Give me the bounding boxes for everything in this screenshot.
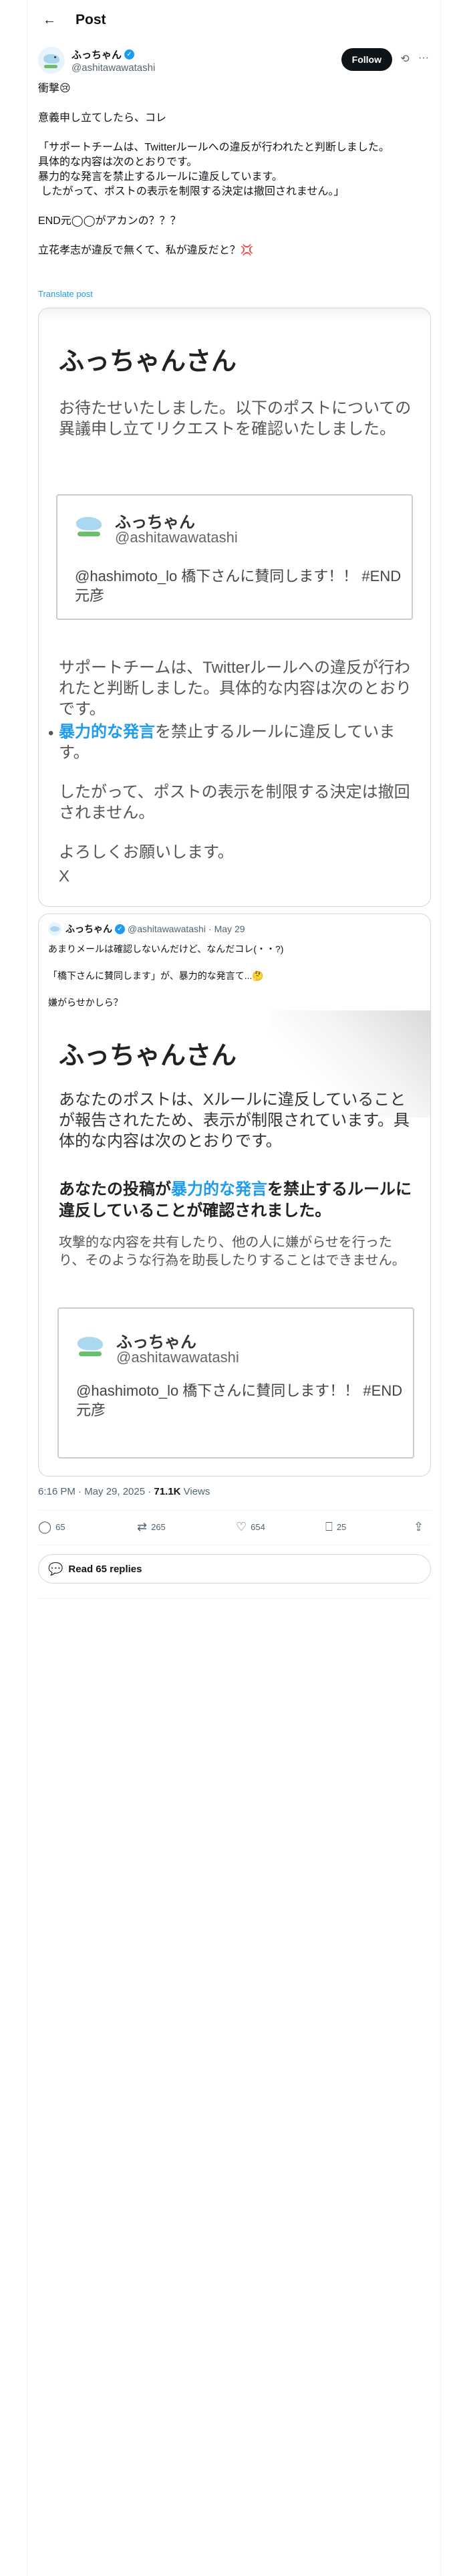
- quoted-date: May 29: [214, 924, 245, 934]
- bookmark-count: 25: [336, 1522, 347, 1532]
- violation-statement: あなたの投稿が暴力的な発言を禁止するルールに違反していることが確認されました。: [59, 1179, 413, 1222]
- quoted-text-line: 嫌がらせかしら？: [48, 997, 123, 1008]
- post-line: 立花孝志が違反で無くて、私が違反だと？💢: [38, 245, 254, 256]
- leaf-shape: [44, 65, 57, 68]
- quote-avatar: [73, 510, 104, 541]
- leaf-shape: [79, 1352, 102, 1356]
- email-greeting: ふっちゃんさん: [59, 348, 237, 376]
- violation-bullet: 暴力的な発言を禁止するルールに違反しています。: [59, 722, 413, 763]
- post-line: 意義申し立てしたら、コレ: [38, 112, 167, 124]
- views-count: 71.1K: [154, 1486, 181, 1497]
- post-text: 衝撃😢 意義申し立てしたら、コレ 「サポートチームは、Twitterルールへの違…: [38, 82, 431, 258]
- quote-text: @hashimoto_lo 橋下さんに賛同します！！ #END元彦: [75, 568, 402, 604]
- divider: [38, 1510, 431, 1511]
- author-name-line[interactable]: ふっちゃん ✓: [71, 47, 155, 62]
- leaf-shape: [78, 532, 100, 536]
- bird-eye: [54, 56, 56, 58]
- quote-handle: @ashitawawatashi: [116, 1349, 239, 1366]
- repost-count: 265: [151, 1522, 166, 1532]
- author-handle[interactable]: @ashitawawatashi: [71, 62, 155, 74]
- support-paragraph: サポートチームは、Twitterルールへの違反が行われたと判断しました。具体的な…: [59, 659, 412, 718]
- translate-post-link[interactable]: Translate post: [38, 289, 93, 299]
- like-count: 654: [251, 1522, 265, 1532]
- email-greeting: ふっちゃんさん: [59, 1042, 237, 1070]
- more-options-icon[interactable]: ···: [416, 52, 431, 67]
- post-timestamp[interactable]: 6:16 PM · May 29, 2025 ·: [38, 1486, 154, 1497]
- bird-icon: [43, 54, 59, 64]
- bird-icon: [50, 926, 59, 932]
- post-line: END元◯◯がアカンの？？？: [38, 215, 181, 227]
- post-line: したがって、ポストの表示を制限する決定は撤回されません。」: [38, 186, 345, 197]
- read-replies-label: Read 65 replies: [68, 1563, 142, 1575]
- quoted-handle: @ashitawawatashi: [128, 924, 206, 934]
- share-icon: ⇪: [414, 1520, 424, 1533]
- bird-icon: [78, 1337, 103, 1350]
- quoted-text-line: あまりメールは確認しないんだけど、なんだコレ(・・?): [48, 944, 284, 954]
- quote-handle: @ashitawawatashi: [115, 529, 238, 546]
- quoted-name: ふっちゃん: [65, 924, 112, 934]
- post-line: 暴力的な発言を禁止するルールに違反しています。: [38, 171, 283, 183]
- post-line: 「サポートチームは、Twitterルールへの違反が行われたと判断しました。: [38, 142, 390, 153]
- views-label: Views: [180, 1486, 210, 1497]
- post-meta: 6:16 PM · May 29, 2025 · 71.1K Views: [38, 1486, 210, 1497]
- reply-button[interactable]: ◯ 65: [38, 1520, 65, 1534]
- repost-button[interactable]: ⇄ 265: [137, 1520, 166, 1534]
- read-replies-button[interactable]: 💬 Read 65 replies: [38, 1554, 431, 1584]
- rule-description: 攻撃的な内容を共有したり、他の人に嫌がらせを行ったり、そのような行為を助長したり…: [59, 1235, 406, 1268]
- quote-avatar: [75, 1330, 106, 1361]
- embedded-quote-box: ふっちゃん @ashitawawatashi @hashimoto_lo 橋下さ…: [57, 1307, 414, 1459]
- verified-badge-icon: ✓: [124, 49, 135, 60]
- embedded-quote-box: ふっちゃん @ashitawawatashi @hashimoto_lo 橋下さ…: [56, 494, 413, 620]
- violation-keyword: 暴力的な発言: [59, 723, 155, 741]
- bird-icon: [76, 517, 102, 530]
- violation-keyword: 暴力的な発言: [171, 1180, 267, 1198]
- email-intro: お待たせいたしました。以下のポストについての異議申し立てリクエストを確認いたしま…: [59, 399, 412, 438]
- avatar[interactable]: [38, 47, 65, 74]
- quoted-post[interactable]: ふっちゃん ✓ @ashitawawatashi · May 29 あまりメール…: [38, 914, 431, 1477]
- chat-bubble-icon: 💬: [48, 1562, 63, 1576]
- grok-icon[interactable]: ⟲: [398, 52, 412, 67]
- avatar: [48, 922, 61, 936]
- bookmark-icon: ⎕: [325, 1520, 333, 1533]
- quote-text: @hashimoto_lo 橋下さんに賛同します！！ #END元彦: [76, 1382, 403, 1418]
- post-line: [38, 199, 431, 214]
- bookmark-button[interactable]: ⎕ 25: [325, 1520, 346, 1534]
- main-column: ← Post ふっちゃん ✓ @ashitawawatashi Follow ⟲…: [27, 0, 441, 2576]
- quoted-post-header: ふっちゃん ✓ @ashitawawatashi · May 29: [48, 922, 245, 936]
- attached-image-appeal-email[interactable]: ふっちゃんさん お待たせいたしました。以下のポストについての異議申し立てリクエス…: [38, 308, 431, 907]
- repost-icon: ⇄: [137, 1520, 148, 1533]
- follow-button[interactable]: Follow: [341, 48, 392, 71]
- heart-icon: ♡: [236, 1520, 247, 1533]
- share-button[interactable]: ⇪: [414, 1520, 428, 1534]
- signature: X: [59, 867, 70, 885]
- quoted-text-line: 「橋下さんに賛同します」が、暴力的な発言て...🤔: [48, 970, 264, 981]
- violation-a: あなたの投稿が: [59, 1180, 171, 1198]
- post-author: ふっちゃん ✓ @ashitawawatashi Follow ⟲ ···: [38, 44, 431, 76]
- restriction-notice: あなたのポストは、Xルールに違反していることが報告されたため、表示が制限されてい…: [59, 1091, 410, 1150]
- author-names: ふっちゃん ✓ @ashitawawatashi: [71, 47, 155, 74]
- action-bar: ◯ 65 ⇄ 265 ♡ 654 ⎕ 25 ⇪: [38, 1515, 431, 1541]
- reply-icon: ◯: [38, 1520, 52, 1533]
- post-line: [38, 126, 431, 140]
- post-line: 衝撃😢: [38, 83, 71, 94]
- decision-paragraph: したがって、ポストの表示を制限する決定は撤回されません。: [59, 783, 410, 822]
- back-arrow-icon[interactable]: ←: [38, 9, 61, 31]
- divider: [38, 1598, 431, 1599]
- post-line: [38, 96, 431, 111]
- separator-dot: ·: [208, 924, 212, 934]
- image-top-shade: [39, 308, 430, 320]
- reply-count: 65: [55, 1522, 65, 1532]
- like-button[interactable]: ♡ 654: [236, 1520, 265, 1534]
- top-header: ← Post: [27, 0, 442, 40]
- verified-badge-icon: ✓: [115, 924, 125, 934]
- post-line: [38, 229, 431, 243]
- author-name[interactable]: ふっちゃん: [71, 47, 122, 62]
- page-title: Post: [76, 12, 106, 27]
- regards-text: よろしくお願いします。: [59, 843, 234, 861]
- post-line: 具体的な内容は次のとおりです。: [38, 156, 198, 168]
- bullet-dot: •: [48, 724, 54, 742]
